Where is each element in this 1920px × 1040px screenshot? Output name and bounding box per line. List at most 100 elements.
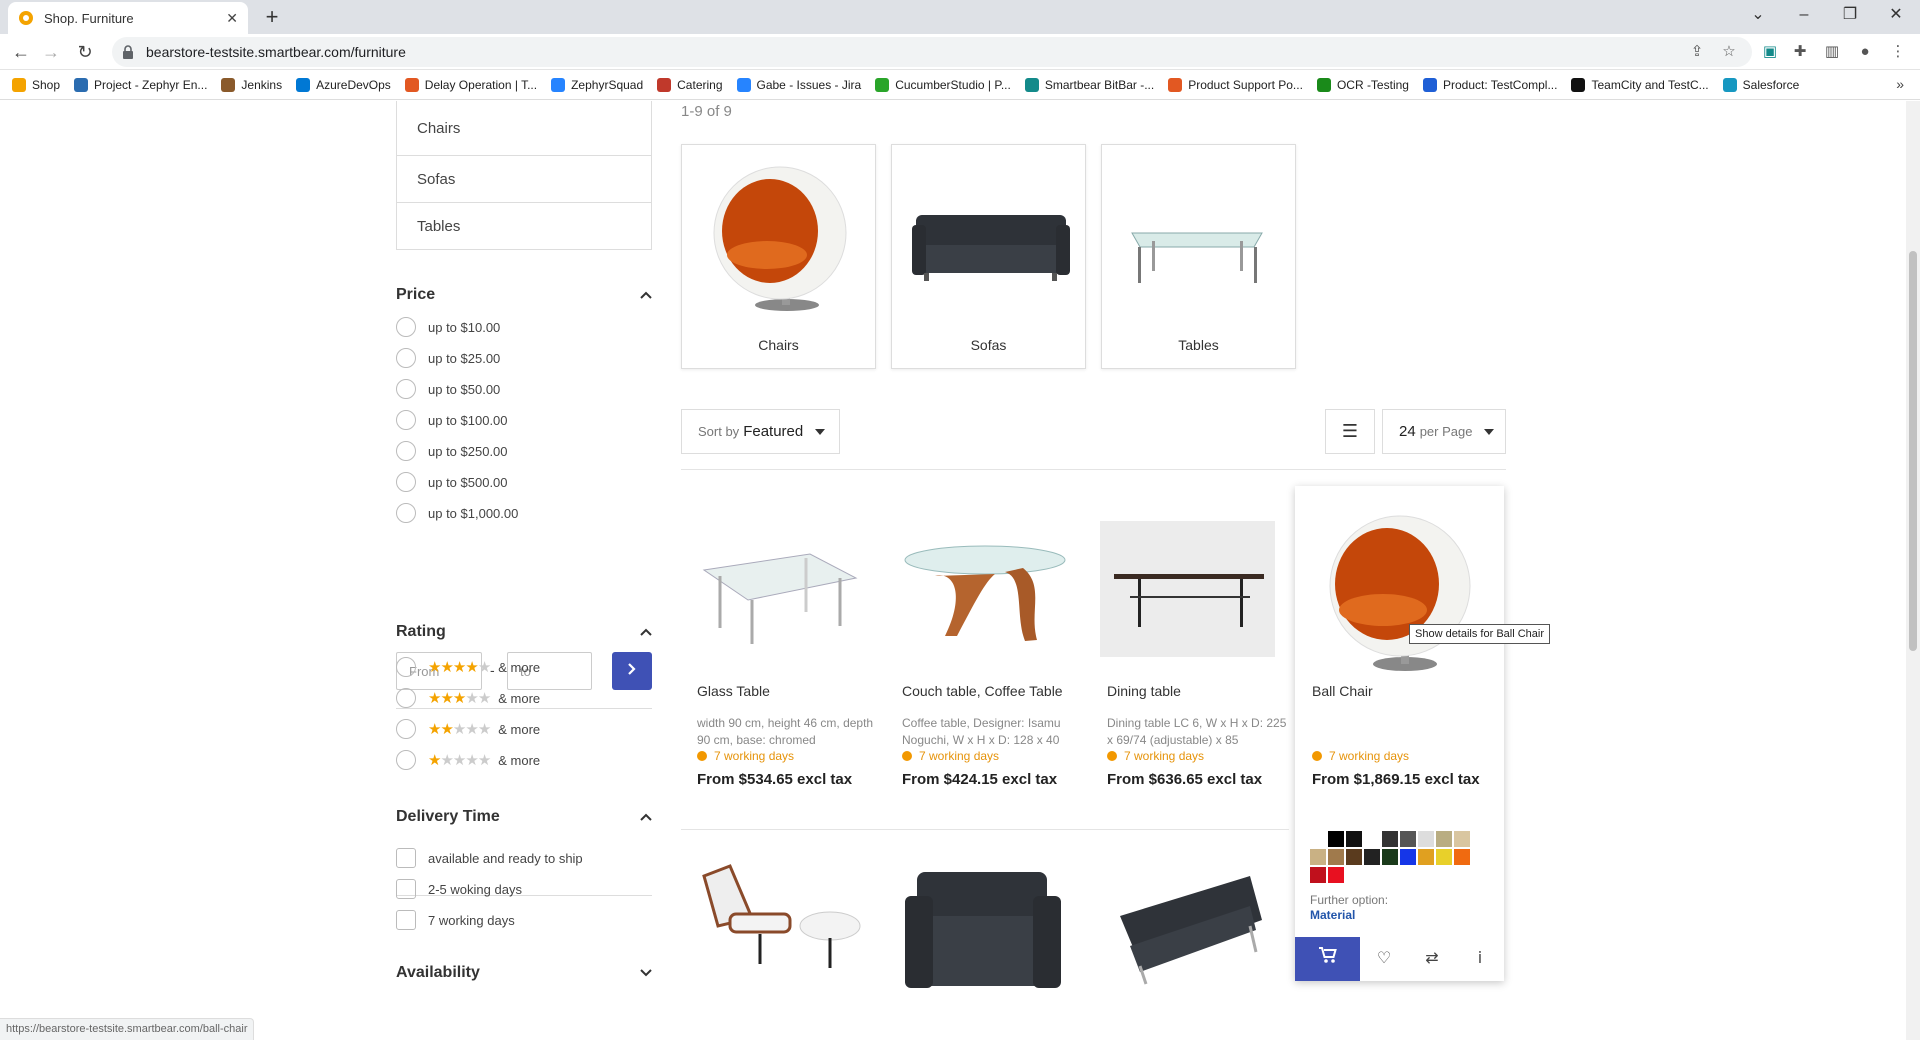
bookmark-item[interactable]: Shop <box>12 77 60 92</box>
color-swatch[interactable] <box>1436 849 1452 865</box>
per-page-dropdown[interactable]: 24 per Page <box>1382 409 1506 454</box>
wishlist-heart-icon[interactable]: ♡ <box>1360 937 1408 981</box>
color-swatch[interactable] <box>1328 849 1344 865</box>
radio-button[interactable] <box>396 503 416 523</box>
color-swatch[interactable] <box>1310 867 1326 883</box>
color-swatch[interactable] <box>1364 849 1380 865</box>
checkbox[interactable] <box>396 910 416 930</box>
forward-icon[interactable]: → <box>38 40 64 64</box>
rating-option[interactable]: ★ ★ ★ ★ ★ & more <box>396 688 540 708</box>
color-swatch[interactable] <box>1400 849 1416 865</box>
color-swatch[interactable] <box>1454 849 1470 865</box>
color-swatch[interactable] <box>1310 849 1326 865</box>
browser-tab[interactable]: Shop. Furniture ✕ <box>8 2 248 34</box>
price-option[interactable]: up to $25.00 <box>396 348 500 368</box>
share-icon[interactable]: ⇪ <box>1687 42 1707 62</box>
color-swatch[interactable] <box>1346 831 1362 847</box>
delivery-option[interactable]: available and ready to ship <box>396 848 583 868</box>
color-swatch[interactable] <box>1436 831 1452 847</box>
further-option-link[interactable]: Material <box>1310 908 1355 922</box>
category-tile-chairs[interactable]: Chairs <box>681 144 876 369</box>
color-swatch[interactable] <box>1400 831 1416 847</box>
color-swatch[interactable] <box>1328 831 1344 847</box>
price-option[interactable]: up to $100.00 <box>396 410 508 430</box>
bookmark-item[interactable]: ZephyrSquad <box>551 77 643 92</box>
price-facet-header[interactable]: Price <box>396 286 652 304</box>
price-option[interactable]: up to $10.00 <box>396 317 500 337</box>
product-name[interactable]: Ball Chair <box>1312 683 1373 699</box>
product-name[interactable]: Dining table <box>1107 683 1181 699</box>
close-window-button[interactable]: ✕ <box>1873 0 1919 30</box>
color-swatch[interactable] <box>1418 831 1434 847</box>
radio-button[interactable] <box>396 410 416 430</box>
checkbox[interactable] <box>396 848 416 868</box>
radio-button[interactable] <box>396 657 416 677</box>
bookmark-item[interactable]: AzureDevOps <box>296 77 391 92</box>
color-swatch[interactable] <box>1382 831 1398 847</box>
category-item-chairs[interactable]: Chairs <box>397 101 651 155</box>
radio-button[interactable] <box>396 379 416 399</box>
color-swatch[interactable] <box>1310 831 1326 847</box>
extension-icon[interactable]: ▣ <box>1760 42 1780 62</box>
radio-button[interactable] <box>396 719 416 739</box>
new-tab-button[interactable]: + <box>258 4 286 32</box>
add-to-cart-button[interactable] <box>1295 937 1360 981</box>
radio-button[interactable] <box>396 441 416 461</box>
menu-kebab-icon[interactable]: ⋮ <box>1888 42 1908 62</box>
color-swatch[interactable] <box>1346 849 1362 865</box>
price-option[interactable]: up to $500.00 <box>396 472 508 492</box>
back-icon[interactable]: ← <box>8 40 34 64</box>
product-name[interactable]: Glass Table <box>697 683 770 699</box>
color-swatch[interactable] <box>1418 849 1434 865</box>
radio-button[interactable] <box>396 348 416 368</box>
rating-facet-header[interactable]: Rating <box>396 623 652 641</box>
profile-avatar-icon[interactable]: ● <box>1855 42 1875 62</box>
color-swatch[interactable] <box>1328 867 1344 883</box>
price-option[interactable]: up to $250.00 <box>396 441 508 461</box>
price-apply-button[interactable] <box>612 652 652 690</box>
compare-icon[interactable]: ⇄ <box>1408 937 1456 981</box>
sort-dropdown[interactable]: Sort by Featured <box>681 409 840 454</box>
radio-button[interactable] <box>396 688 416 708</box>
page-scrollbar[interactable] <box>1906 101 1920 1040</box>
delivery-facet-header[interactable]: Delivery Time <box>396 808 652 826</box>
restore-button[interactable]: ❐ <box>1827 0 1873 30</box>
product-name[interactable]: Couch table, Coffee Table <box>902 683 1063 699</box>
radio-button[interactable] <box>396 472 416 492</box>
bookmark-item[interactable]: Gabe - Issues - Jira <box>736 77 861 92</box>
category-tile-sofas[interactable]: Sofas <box>891 144 1086 369</box>
side-panel-icon[interactable]: ▥ <box>1822 42 1842 62</box>
color-swatch[interactable] <box>1364 831 1380 847</box>
bookmark-item[interactable]: CucumberStudio | P... <box>875 77 1011 92</box>
info-icon[interactable]: ⅰ <box>1456 937 1504 981</box>
radio-button[interactable] <box>396 317 416 337</box>
color-swatch[interactable] <box>1382 849 1398 865</box>
bookmark-star-icon[interactable]: ☆ <box>1719 42 1739 62</box>
bookmark-item[interactable]: Delay Operation | T... <box>404 77 537 92</box>
bookmark-item[interactable]: Smartbear BitBar -... <box>1024 77 1154 92</box>
rating-option[interactable]: ★ ★ ★ ★ ★ & more <box>396 657 540 677</box>
bookmark-item[interactable]: Product Support Po... <box>1168 77 1303 92</box>
bookmark-item[interactable]: Catering <box>657 77 723 92</box>
bookmark-item[interactable]: Project - Zephyr En... <box>74 77 207 92</box>
checkbox[interactable] <box>396 879 416 899</box>
rating-option[interactable]: ★ ★ ★ ★ ★ & more <box>396 750 540 770</box>
reload-icon[interactable]: ↻ <box>72 40 98 64</box>
scrollbar-thumb[interactable] <box>1909 251 1917 651</box>
rating-option[interactable]: ★ ★ ★ ★ ★ & more <box>396 719 540 739</box>
tab-search-icon[interactable]: ⌄ <box>1735 0 1781 30</box>
bookmark-item[interactable]: OCR -Testing <box>1316 77 1409 92</box>
price-option[interactable]: up to $1,000.00 <box>396 503 518 523</box>
color-swatch[interactable] <box>1454 831 1470 847</box>
extensions-puzzle-icon[interactable]: ✚ <box>1790 42 1810 62</box>
close-tab-icon[interactable]: ✕ <box>226 10 238 27</box>
bookmarks-overflow-icon[interactable]: » <box>1896 76 1904 92</box>
availability-facet-header[interactable]: Availability <box>396 964 652 982</box>
delivery-option[interactable]: 2-5 woking days <box>396 879 522 899</box>
category-item-sofas[interactable]: Sofas <box>397 155 651 202</box>
bookmark-item[interactable]: TeamCity and TestC... <box>1571 77 1709 92</box>
minimize-button[interactable]: – <box>1781 0 1827 30</box>
list-view-icon[interactable]: ☰ <box>1325 409 1375 454</box>
radio-button[interactable] <box>396 750 416 770</box>
delivery-option[interactable]: 7 working days <box>396 910 515 930</box>
